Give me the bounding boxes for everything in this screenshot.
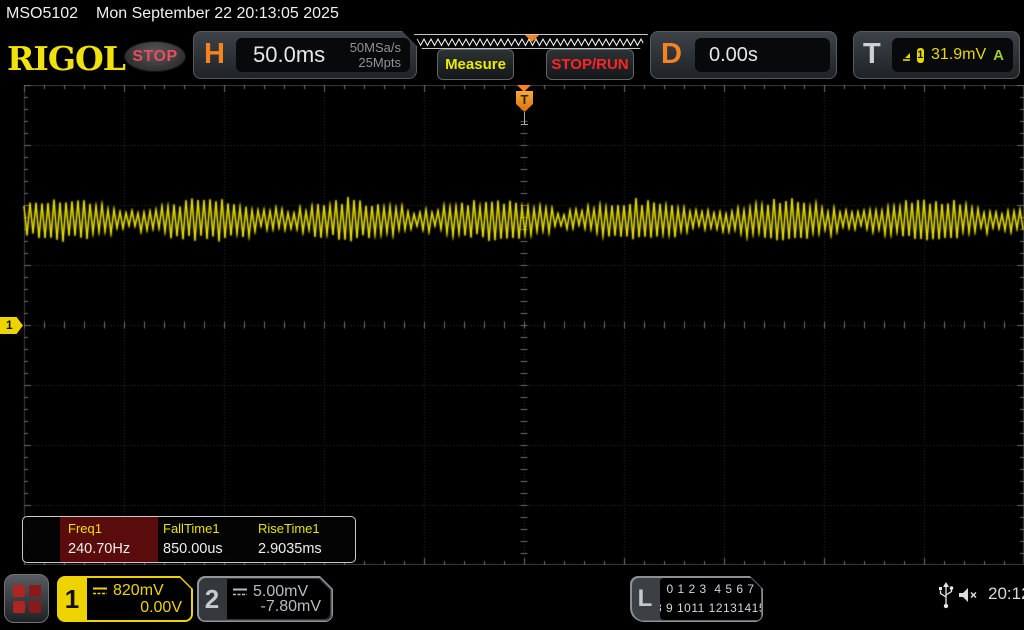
trigger-mode: A — [993, 46, 1004, 64]
logic-channels-badge[interactable]: L 0 1 2 3 4 5 6 7 8 9 1011 12131415 — [630, 576, 763, 622]
delay-pill: 0.00s — [695, 38, 830, 72]
rigol-logo: RIGOL — [7, 39, 126, 78]
sample-rate: 50MSa/s — [349, 40, 401, 55]
acquisition-rates: 50MSa/s 25Mpts — [350, 40, 401, 70]
usb-icon — [939, 582, 954, 609]
menu-grid-icon — [28, 600, 41, 613]
measurement-value: 850.00us — [163, 541, 223, 557]
falling-edge-icon — [903, 53, 910, 61]
timebase-pill: 50.0ms 50MSa/s 25Mpts — [236, 38, 410, 72]
measurement-value: 240.70Hz — [68, 541, 131, 557]
delay-panel[interactable]: D 0.00s — [650, 31, 837, 79]
top-status-strip: MSO5102 Mon September 22 20:13:05 2025 — [0, 0, 1024, 28]
channel1-scale: 820mV — [113, 582, 164, 599]
channel1-offset: 0.00V — [140, 599, 182, 616]
measurement-label: RiseTime1 — [258, 521, 320, 536]
oscilloscope-screen: MSO5102 Mon September 22 20:13:05 2025 R… — [0, 0, 1024, 630]
logic-label: L — [637, 585, 653, 612]
trigger-marker-foot — [521, 124, 528, 125]
channel1-number: 1 — [64, 583, 80, 614]
datetime-label: Mon September 22 20:13:05 2025 — [96, 5, 339, 22]
channel2-badge[interactable]: 5.00mV -7.80mV 2 — [197, 576, 333, 622]
channel2-number: 2 — [204, 583, 220, 614]
measurement-value: 2.9035ms — [258, 541, 322, 557]
menu-grid-icon — [12, 600, 25, 613]
channel1-badge[interactable]: 820mV 0.00V 1 — [57, 576, 193, 622]
memory-depth: 25Mpts — [358, 55, 401, 70]
logic-channel-list: 0 1 2 3 4 5 6 7 8 9 1011 12131415 — [660, 578, 761, 620]
logic-row-0-7: 0 1 2 3 4 5 6 7 — [666, 582, 755, 596]
trigger-panel[interactable]: T 1 31.9mV A — [853, 31, 1020, 79]
channel1-values: 820mV 0.00V — [87, 578, 191, 620]
header-bar: RIGOL STOP H 50.0ms 50MSa/s 25Mpts Measu… — [0, 28, 1024, 85]
trigger-marker-stem — [524, 112, 525, 124]
measurement-label: Freq1 — [68, 521, 102, 536]
preview-zigzag — [415, 35, 647, 48]
trigger-pill: 1 31.9mV A — [892, 38, 1013, 72]
timebase-value: 50.0ms — [253, 42, 326, 67]
bottom-status-bar: 820mV 0.00V 1 5.00mV -7.80mV 2 L 0 1 2 3… — [0, 565, 1024, 630]
stop-run-button[interactable]: STOP/RUN — [546, 49, 634, 80]
channel2-offset: -7.80mV — [260, 598, 321, 615]
menu-grid-icon — [12, 584, 25, 597]
measurement-results-box: Freq1 240.70Hz FallTime1 850.00us RiseTi… — [22, 516, 356, 563]
waveform-canvas — [0, 85, 1024, 565]
acquisition-state-indicator: STOP — [124, 41, 186, 72]
trigger-source-chip: 1 — [916, 47, 924, 63]
logic-row-8-15: 8 9 1011 12131415 — [654, 601, 767, 615]
channel2-values: 5.00mV -7.80mV — [227, 579, 330, 619]
trigger-label: T — [863, 38, 881, 70]
menu-grid-icon — [28, 584, 41, 597]
graticule-area: T 1 Freq1 240.70Hz FallTime1 850.00us Ri… — [0, 85, 1024, 565]
speaker-muted-icon — [959, 588, 977, 602]
dc-coupling-icon — [232, 587, 248, 597]
horizontal-panel[interactable]: H 50.0ms 50MSa/s 25Mpts — [193, 31, 417, 79]
dc-coupling-icon — [92, 586, 108, 596]
clock-label: 20:12 — [988, 584, 1024, 603]
waveform-preview-strip[interactable] — [414, 34, 648, 49]
delay-value: 0.00s — [709, 43, 758, 66]
delay-label: D — [661, 38, 682, 70]
trigger-marker-arrow-icon[interactable] — [517, 85, 531, 92]
horizontal-label: H — [204, 38, 225, 70]
measure-button[interactable]: Measure — [437, 49, 514, 80]
measurement-label: FallTime1 — [163, 521, 220, 536]
trigger-level-value: 31.9mV — [931, 46, 987, 63]
multi-window-menu-button[interactable] — [4, 574, 49, 623]
model-label: MSO5102 — [6, 5, 79, 22]
